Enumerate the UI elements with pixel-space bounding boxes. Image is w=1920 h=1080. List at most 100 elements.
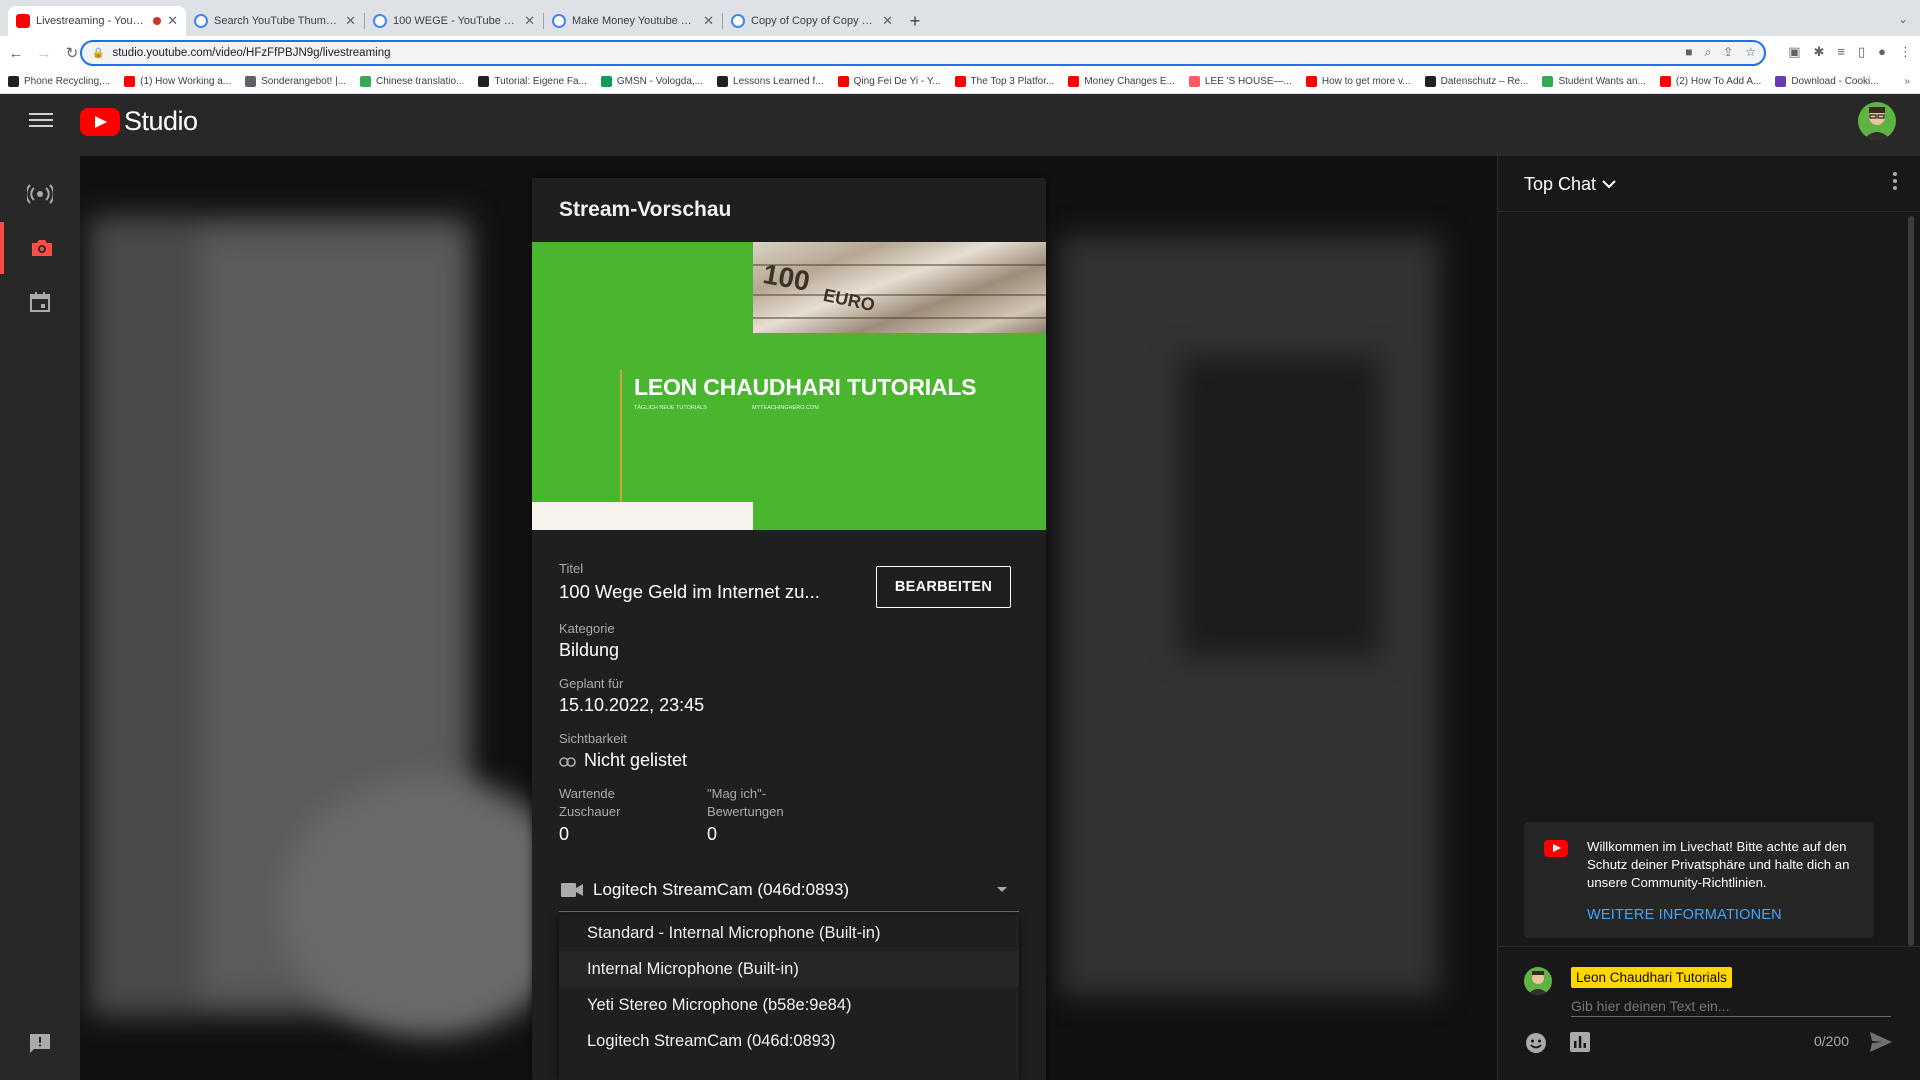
studio-left-nav [0, 156, 80, 1080]
reading-list-icon[interactable]: ≡ [1837, 44, 1845, 60]
profile-icon[interactable]: ● [1878, 44, 1886, 60]
mic-option[interactable]: Internal Microphone (Built-in) [559, 951, 1019, 987]
bookmark-item[interactable]: Lessons Learned f... [717, 76, 824, 87]
chat-header: Top Chat [1498, 156, 1920, 212]
send-feedback-icon[interactable] [28, 1032, 52, 1061]
camera-permission-icon[interactable]: ■ [1685, 45, 1692, 60]
bookmark-item[interactable]: Money Changes E... [1068, 76, 1175, 87]
bookmark-item[interactable]: (2) How To Add A... [1659, 76, 1761, 87]
browser-toolbar: ← → ↻ 🔒 studio.youtube.com/video/HFzFfPB… [0, 36, 1920, 70]
bookmark-item[interactable]: Sonderangebot! |... [245, 76, 346, 87]
category-label: Kategorie [559, 621, 615, 636]
bookmark-favicon-icon [124, 76, 136, 87]
bookmark-item[interactable]: Qing Fei De Yi - Y... [837, 76, 941, 87]
likes-label-line1: "Mag ich"- [707, 786, 767, 801]
forward-icon[interactable]: → [30, 45, 58, 62]
bookmark-favicon-icon [837, 76, 849, 87]
tab-label: Make Money Youtube Thumbna [572, 15, 697, 27]
youtube-logo-icon [1544, 840, 1568, 857]
extension-icon[interactable]: ▣ [1788, 44, 1800, 60]
zoom-icon[interactable]: ⌕ [1704, 45, 1711, 60]
bookmark-item[interactable]: Chinese translatio... [360, 76, 464, 87]
poll-icon[interactable] [1569, 1031, 1591, 1058]
url-text: studio.youtube.com/video/HFzFfPBJN9g/liv… [112, 47, 391, 59]
tab-label: Search YouTube Thumbnail - C [214, 15, 339, 27]
canva-icon [731, 14, 745, 28]
chat-user-name: Leon Chaudhari Tutorials [1571, 967, 1732, 988]
bookmark-item[interactable]: GMSN - Vologda,... [600, 76, 703, 87]
bookmark-label: Datenschutz – Re... [1440, 76, 1529, 87]
tab-label: Copy of Copy of Copy of Copy [751, 15, 876, 27]
likes-label-line2: Bewertungen [707, 804, 784, 819]
thumbnail-tagline: TÄGLICH NEUE TUTORIALS [634, 405, 707, 411]
account-avatar[interactable] [1858, 102, 1896, 140]
side-panel-icon[interactable]: ▯ [1858, 44, 1865, 60]
browser-tab-make-money[interactable]: Make Money Youtube Thumbna ✕ [544, 6, 722, 36]
browser-tab-100-wege[interactable]: 100 WEGE - YouTube Thumbna ✕ [365, 6, 543, 36]
thumbnail-bar [532, 502, 753, 530]
emoji-icon[interactable] [1524, 1031, 1548, 1060]
scheduled-value: 15.10.2022, 23:45 [559, 695, 705, 715]
lock-icon[interactable]: 🔒 [92, 48, 104, 59]
chat-mode-selector[interactable]: Top Chat [1524, 174, 1616, 195]
bookmark-item[interactable]: Datenschutz – Re... [1424, 76, 1529, 87]
title-value: 100 Wege Geld im Internet zu... [559, 581, 820, 602]
stream-preview-card: Stream-Vorschau 100 EURO LEON CHAUDHARI … [532, 178, 1046, 1080]
browser-tab-search-thumbnail[interactable]: Search YouTube Thumbnail - C ✕ [186, 6, 364, 36]
send-icon[interactable] [1869, 1031, 1893, 1058]
address-bar[interactable]: 🔒 studio.youtube.com/video/HFzFfPBJN9g/l… [80, 40, 1766, 66]
camera-select[interactable]: Logitech StreamCam (046d:0893) [559, 868, 1019, 912]
bookmark-item[interactable]: LEE 'S HOUSE—... [1188, 76, 1292, 87]
bookmark-item[interactable]: The Top 3 Platfor... [954, 76, 1055, 87]
bookmark-star-icon[interactable]: ☆ [1745, 45, 1756, 60]
bookmark-favicon-icon [1542, 76, 1554, 87]
bookmark-item[interactable]: Student Wants an... [1542, 76, 1646, 87]
mic-option[interactable]: Logitech StreamCam (046d:0893) [559, 1023, 1019, 1059]
visibility-value: Nicht gelistet [584, 750, 688, 770]
bookmark-item[interactable]: (1) How Working a... [124, 76, 231, 87]
bookmark-favicon-icon [1305, 76, 1317, 87]
nav-stream-broadcast[interactable] [0, 168, 80, 220]
bookmark-item[interactable]: Phone Recycling,... [8, 76, 110, 87]
bookmark-label: Phone Recycling,... [24, 76, 111, 87]
bookmark-item[interactable]: Tutorial: Eigene Fa... [478, 76, 587, 87]
bookmark-item[interactable]: Download - Cooki... [1775, 76, 1879, 87]
chat-scrollbar[interactable] [1908, 216, 1914, 946]
back-icon[interactable]: ← [2, 45, 30, 62]
nav-webcam[interactable] [0, 222, 80, 274]
edit-button[interactable]: BEARBEITEN [876, 566, 1011, 608]
category-value: Bildung [559, 640, 620, 660]
close-tab-icon[interactable]: ✕ [167, 13, 178, 29]
more-bookmarks-icon[interactable]: » [1904, 76, 1910, 87]
close-tab-icon[interactable]: ✕ [882, 13, 893, 29]
scheduled-label: Geplant für [559, 676, 624, 691]
bookmark-label: The Top 3 Platfor... [970, 76, 1055, 87]
chat-input-area: Leon Chaudhari Tutorials 0/200 [1498, 946, 1920, 1080]
browser-tab-copy-of-copy[interactable]: Copy of Copy of Copy of Copy ✕ [723, 6, 901, 36]
mic-option[interactable]: Standard - Internal Microphone (Built-in… [559, 915, 1019, 951]
share-icon[interactable]: ⇪ [1723, 45, 1733, 60]
browser-menu-icon[interactable]: ⋮ [1899, 44, 1912, 60]
title-label: Titel [559, 561, 584, 576]
close-tab-icon[interactable]: ✕ [524, 13, 535, 29]
new-tab-button[interactable]: + [901, 6, 929, 36]
bookmark-item[interactable]: How to get more v... [1305, 76, 1411, 87]
tab-search-icon[interactable]: ⌄ [1898, 12, 1908, 26]
bookmark-favicon-icon [954, 76, 966, 87]
youtube-studio-logo[interactable]: Studio [80, 106, 198, 137]
chat-message-input[interactable] [1571, 995, 1891, 1017]
close-tab-icon[interactable]: ✕ [703, 13, 714, 29]
stream-thumbnail: 100 EURO LEON CHAUDHARI TUTORIALS TÄGLIC… [532, 242, 1046, 530]
chat-more-options-icon[interactable] [1893, 172, 1897, 190]
bookmark-label: Download - Cooki... [1791, 76, 1879, 87]
close-tab-icon[interactable]: ✕ [345, 13, 356, 29]
nav-manage[interactable] [0, 276, 80, 328]
menu-icon[interactable] [29, 110, 53, 130]
extensions-puzzle-icon[interactable]: ✱ [1813, 44, 1824, 60]
waiting-viewers-label-line1: Wartende [559, 786, 615, 801]
more-info-link[interactable]: WEITERE INFORMATIONEN [1587, 907, 1782, 923]
mic-option[interactable]: Yeti Stereo Microphone (b58e:9e84) [559, 987, 1019, 1023]
canva-icon [552, 14, 566, 28]
bookmark-favicon-icon [360, 76, 372, 87]
browser-tab-livestreaming[interactable]: Livestreaming - YouTube S ✕ [8, 6, 186, 36]
